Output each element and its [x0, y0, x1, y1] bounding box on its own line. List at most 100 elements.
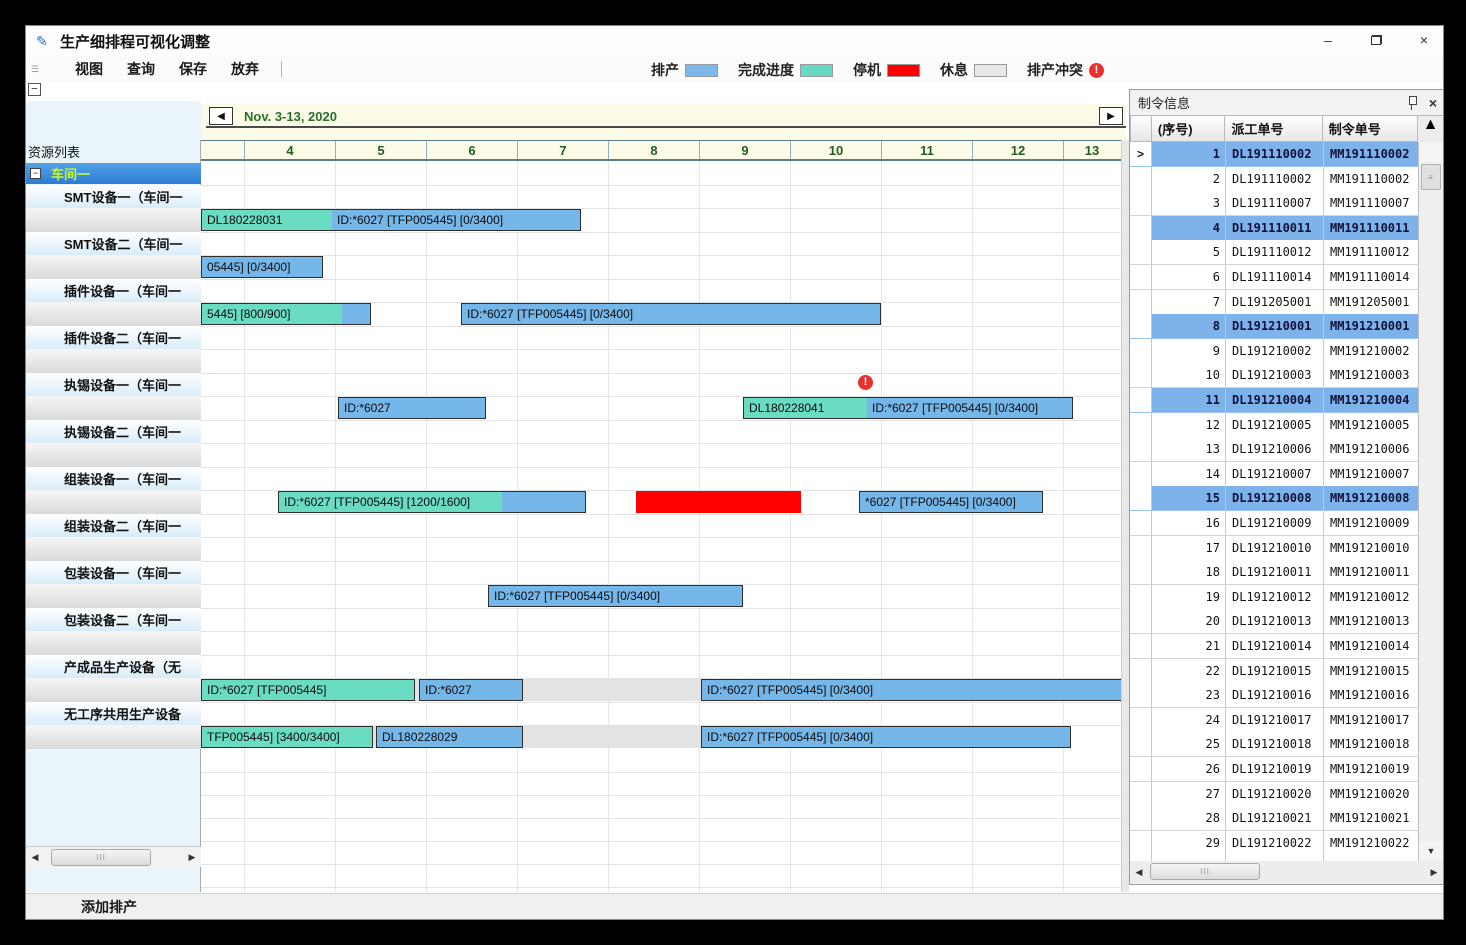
gantt-bar[interactable]: ID:*6027 [TFP005445] [0/3400]	[701, 726, 1071, 748]
gantt-bar[interactable]: 05445] [0/3400]	[201, 256, 323, 278]
dispatch-no-cell: DL191210005	[1226, 413, 1324, 438]
row-selector-cell	[1130, 167, 1152, 192]
next-period-button[interactable]: ▶	[1099, 107, 1123, 125]
collapse-all-icon[interactable]: −	[28, 83, 41, 96]
gantt-bar[interactable]: TFP005445] [3400/3400]	[201, 726, 373, 748]
tree-collapse-icon[interactable]: −	[30, 168, 41, 179]
resource-row[interactable]: 产成品生产设备（无	[26, 655, 201, 678]
order-row[interactable]: 27DL191210020MM191210020	[1130, 782, 1420, 807]
dispatch-no-cell: DL191210019	[1226, 757, 1324, 782]
scroll-up-icon[interactable]	[1419, 142, 1443, 162]
order-row[interactable]: 22DL191210015MM191210015	[1130, 659, 1420, 684]
workshop-node[interactable]: − 车间一	[26, 163, 201, 184]
gantt-bar[interactable]: DL180228031ID:*6027 [TFP005445] [0/3400]	[201, 209, 581, 231]
downtime-block[interactable]	[636, 491, 801, 513]
order-row[interactable]: 18DL191210011MM191210011	[1130, 560, 1420, 585]
order-row[interactable]: 15DL191210008MM191210008	[1130, 486, 1420, 511]
prev-period-button[interactable]: ◀	[209, 107, 233, 125]
resource-row[interactable]: SMT设备二（车间一	[26, 232, 201, 255]
day-gridline	[881, 161, 882, 892]
panel-close-icon[interactable]: ×	[1429, 96, 1437, 110]
gantt-bar[interactable]: ID:*6027	[338, 397, 486, 419]
resource-row[interactable]: 组装设备一（车间一	[26, 467, 201, 490]
conflict-warning-icon[interactable]: !	[858, 375, 873, 390]
close-button[interactable]: ×	[1413, 30, 1435, 50]
order-row[interactable]: 6DL191110014MM191110014	[1130, 265, 1420, 290]
order-row[interactable]: 25DL191210018MM191210018	[1130, 732, 1420, 757]
menu-item[interactable]: 保存	[179, 59, 207, 79]
gantt-bar[interactable]: *6027 [TFP005445] [0/3400]	[859, 491, 1043, 513]
chart-vertical-scrollbar[interactable]	[1121, 140, 1129, 892]
order-row[interactable]: 2DL191110002MM191110002	[1130, 167, 1420, 192]
minimize-button[interactable]: –	[1317, 30, 1339, 50]
resource-row[interactable]: 无工序共用生产设备	[26, 702, 201, 725]
sidebar-horizontal-scrollbar[interactable]: ◀ III ▶	[26, 846, 201, 867]
restore-button[interactable]	[1365, 30, 1387, 50]
gantt-bar[interactable]: ID:*6027 [TFP005445] [0/3400]	[701, 679, 1121, 701]
order-row[interactable]: 17DL191210010MM191210010	[1130, 536, 1420, 561]
order-row[interactable]: 19DL191210012MM191210012	[1130, 585, 1420, 610]
pin-icon[interactable]	[1407, 95, 1417, 110]
order-no-cell: MM191110012	[1324, 240, 1420, 265]
orders-horizontal-scrollbar[interactable]: ◀ III ▶	[1130, 861, 1443, 883]
order-row[interactable]: 29DL191210022MM191210022	[1130, 831, 1420, 856]
resource-row[interactable]: SMT设备一（车间一	[26, 185, 201, 208]
scrollbar-thumb[interactable]: ≡	[1421, 164, 1441, 190]
scroll-right-icon[interactable]: ▶	[183, 847, 201, 867]
resource-row[interactable]: 包装设备一（车间一	[26, 561, 201, 584]
gantt-bar[interactable]: ID:*6027 [TFP005445] [0/3400]	[461, 303, 881, 325]
order-row[interactable]: 28DL191210021MM191210021	[1130, 806, 1420, 831]
scroll-right-icon[interactable]: ▶	[1425, 861, 1443, 883]
gantt-bar[interactable]: ID:*6027 [TFP005445] [0/3400]	[488, 585, 743, 607]
order-row[interactable]: 3DL191110007MM191110007	[1130, 191, 1420, 216]
resource-row[interactable]: 组装设备二（车间一	[26, 514, 201, 537]
resource-row[interactable]: 执锡设备二（车间一	[26, 420, 201, 443]
order-row[interactable]: 23DL191210016MM191210016	[1130, 683, 1420, 708]
order-row[interactable]: 21DL191210014MM191210014	[1130, 634, 1420, 659]
seq-cell: 24	[1152, 708, 1226, 733]
row-gridline	[201, 841, 1121, 842]
scroll-down-icon[interactable]: ▼	[1419, 841, 1443, 861]
scrollbar-thumb[interactable]: III	[51, 849, 151, 866]
dispatch-no-cell: DL191210011	[1226, 560, 1324, 585]
order-row[interactable]: 16DL191210009MM191210009	[1130, 511, 1420, 536]
row-gridline	[201, 255, 1121, 256]
order-row[interactable]: 4DL191110011MM191110011	[1130, 216, 1420, 241]
gantt-bar[interactable]: 5445] [800/900]	[201, 303, 371, 325]
menu-item[interactable]: 视图	[75, 59, 103, 79]
order-row[interactable]: 26DL191210019MM191210019	[1130, 757, 1420, 782]
order-row[interactable]: 13DL191210006MM191210006	[1130, 437, 1420, 462]
order-row[interactable]: 20DL191210013MM191210013	[1130, 609, 1420, 634]
order-row[interactable]: 9DL191210002MM191210002	[1130, 339, 1420, 364]
order-row[interactable]: >1DL191110002MM191110002	[1130, 142, 1420, 167]
row-gridline	[201, 631, 1121, 632]
order-row[interactable]: 8DL191210001MM191210001	[1130, 314, 1420, 339]
order-row[interactable]: 10DL191210003MM191210003	[1130, 363, 1420, 388]
order-row[interactable]: 14DL191210007MM191210007	[1130, 462, 1420, 487]
scrollbar-thumb[interactable]: III	[1150, 863, 1260, 880]
orders-vertical-scrollbar[interactable]: ≡ ▼	[1418, 142, 1443, 861]
scroll-left-icon[interactable]: ◀	[26, 847, 44, 867]
gantt-bar[interactable]: ID:*6027	[419, 679, 523, 701]
order-row[interactable]: 11DL191210004MM191210004	[1130, 388, 1420, 413]
legend-label: 停机	[853, 60, 881, 80]
order-row[interactable]: 7DL191205001MM191205001	[1130, 290, 1420, 315]
gantt-bar[interactable]: ID:*6027 [TFP005445]	[201, 679, 415, 701]
gantt-bar[interactable]: DL180228029	[376, 726, 523, 748]
gantt-bar[interactable]: ID:*6027 [TFP005445] [1200/1600]	[278, 491, 586, 513]
day-gridline	[699, 161, 700, 892]
resource-row[interactable]: 插件设备一（车间一	[26, 279, 201, 302]
scroll-left-icon[interactable]: ◀	[1130, 861, 1148, 883]
resource-row[interactable]: 包装设备二（车间一	[26, 608, 201, 631]
resource-row[interactable]: 执锡设备一（车间一	[26, 373, 201, 396]
order-row[interactable]: 24DL191210017MM191210017	[1130, 708, 1420, 733]
menu-item[interactable]: 放弃	[231, 59, 259, 79]
gantt-bar[interactable]: DL180228041ID:*6027 [TFP005445] [0/3400]	[743, 397, 1073, 419]
order-row[interactable]: 5DL191110012MM191110012	[1130, 240, 1420, 265]
seq-cell: 8	[1152, 314, 1226, 339]
resource-row[interactable]: 插件设备二（车间一	[26, 326, 201, 349]
add-schedule-button[interactable]: 添加排产	[81, 897, 137, 917]
order-row[interactable]: 12DL191210005MM191210005	[1130, 413, 1420, 438]
menu-item[interactable]: 查询	[127, 59, 155, 79]
resource-band	[26, 443, 201, 467]
